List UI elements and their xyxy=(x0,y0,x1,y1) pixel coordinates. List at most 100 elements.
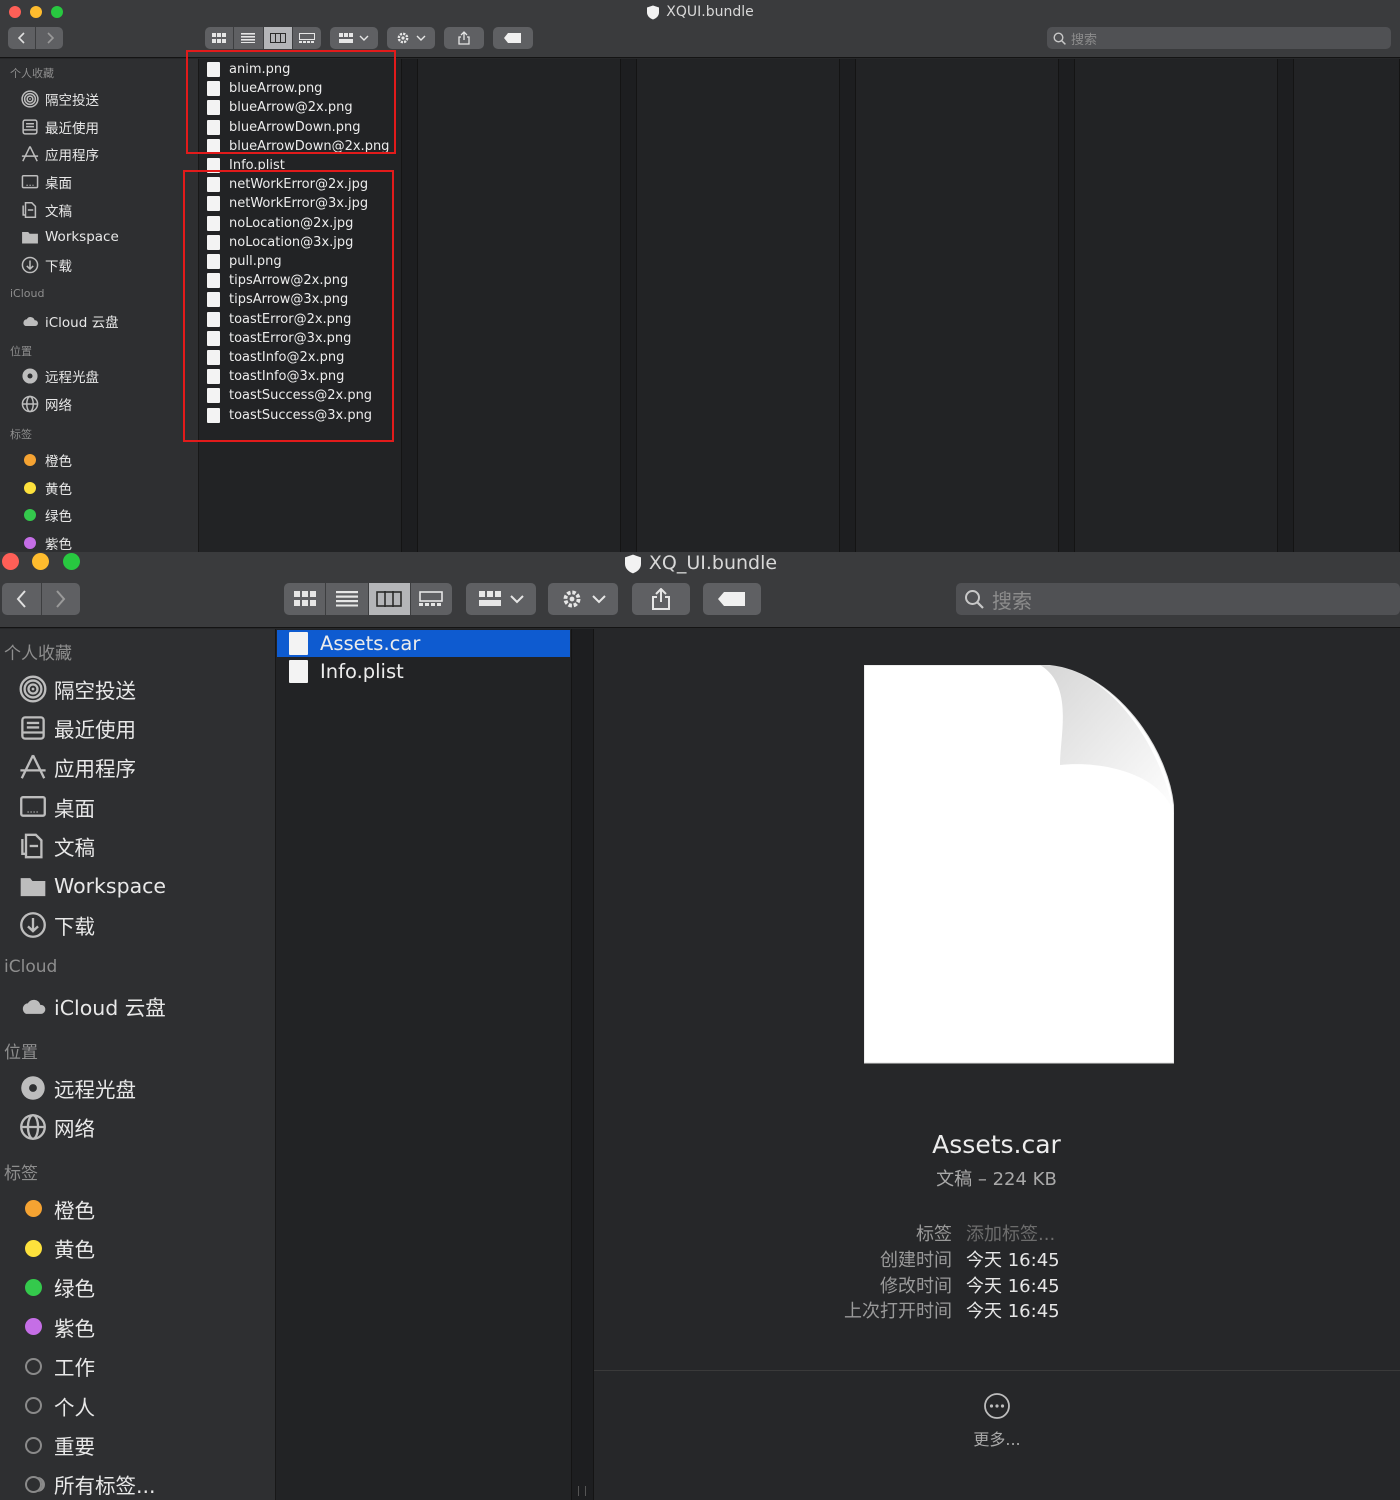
sidebar-tag[interactable]: 绿色 xyxy=(16,1268,95,1307)
search-icon xyxy=(965,590,984,609)
sidebar-item[interactable]: iCloud 云盘 xyxy=(16,987,166,1026)
sidebar-tag[interactable]: 重要 xyxy=(16,1425,95,1464)
file-row[interactable]: toastError@3x.png xyxy=(207,329,351,348)
sidebar-item[interactable]: 远程光盘 xyxy=(18,363,99,391)
action-button[interactable] xyxy=(387,27,435,49)
group-button[interactable] xyxy=(466,583,536,615)
sidebar-item[interactable]: 远程光盘 xyxy=(16,1068,136,1107)
search-field[interactable]: 搜索 xyxy=(1047,27,1391,49)
file-icon xyxy=(207,177,220,193)
sidebar-item[interactable]: 下载 xyxy=(18,251,72,279)
action-button[interactable] xyxy=(548,583,618,615)
share-button[interactable] xyxy=(444,27,484,49)
column-resize-handle[interactable] xyxy=(578,1486,586,1496)
column-view-button[interactable] xyxy=(263,27,293,49)
sidebar-tag[interactable]: 个人 xyxy=(16,1386,95,1425)
sidebar-item[interactable]: 隔空投送 xyxy=(18,85,99,113)
file-row[interactable]: pull.png xyxy=(207,252,282,271)
sidebar-item[interactable]: 应用程序 xyxy=(18,140,99,168)
file-row[interactable]: anim.png xyxy=(207,60,290,79)
more-button[interactable]: 更多... xyxy=(594,1392,1400,1450)
file-row[interactable]: tipsArrow@2x.png xyxy=(207,271,348,290)
metadata-key: 上次打开时间 xyxy=(844,1301,952,1323)
file-row[interactable]: noLocation@2x.jpg xyxy=(207,214,353,233)
file-row[interactable]: toastInfo@3x.png xyxy=(207,367,344,386)
tag-dot-icon xyxy=(24,509,36,522)
sidebar-section-header: 个人收藏 xyxy=(4,644,72,664)
sidebar-item[interactable]: 网络 xyxy=(18,390,72,418)
sidebar-item[interactable]: 网络 xyxy=(16,1108,95,1147)
file-row[interactable]: Info.plist xyxy=(207,156,285,175)
forward-button[interactable] xyxy=(36,27,63,49)
view-mode-control xyxy=(284,583,452,615)
disc-icon xyxy=(22,368,38,384)
sidebar-item-label: 应用程序 xyxy=(45,148,99,165)
file-row[interactable]: netWorkError@3x.jpg xyxy=(207,194,368,213)
file-row[interactable]: blueArrow@2x.png xyxy=(207,98,353,117)
file-row[interactable]: blueArrow.png xyxy=(207,79,322,98)
file-row[interactable]: Assets.car xyxy=(277,630,570,657)
sidebar-item[interactable]: Workspace xyxy=(18,224,119,252)
sidebar-item[interactable]: 文稿 xyxy=(16,827,95,866)
downloads-icon xyxy=(21,256,39,274)
file-row[interactable]: toastInfo@2x.png xyxy=(207,348,344,367)
file-row[interactable]: Info.plist xyxy=(277,658,570,685)
file-row[interactable]: toastSuccess@2x.png xyxy=(207,386,372,405)
sidebar-tag[interactable]: 所有标签... xyxy=(16,1465,156,1500)
back-button[interactable] xyxy=(2,583,42,615)
sidebar-item[interactable]: 最近使用 xyxy=(16,708,136,747)
sidebar-item[interactable]: iCloud 云盘 xyxy=(18,307,119,335)
file-row[interactable]: blueArrowDown@2x.png xyxy=(207,137,389,156)
file-row[interactable]: netWorkError@2x.jpg xyxy=(207,175,368,194)
icon-view-button[interactable] xyxy=(284,583,327,615)
file-name: toastSuccess@2x.png xyxy=(229,388,373,404)
file-icon xyxy=(207,330,220,346)
metadata-value[interactable]: 添加标签... xyxy=(966,1220,1055,1246)
list-view-button[interactable] xyxy=(326,583,369,615)
view-mode-control xyxy=(205,27,321,49)
file-row[interactable]: toastError@2x.png xyxy=(207,310,351,329)
finder-window-bottom: XQ_UI.bundle 搜索 个人收藏 隔空投送 最近使用 应用程序 桌面 文… xyxy=(0,552,1400,1500)
sidebar-tag[interactable]: 绿色 xyxy=(18,501,72,529)
sidebar-tag[interactable]: 紫色 xyxy=(16,1307,95,1346)
file-row[interactable]: blueArrowDown.png xyxy=(207,118,360,137)
forward-button[interactable] xyxy=(42,583,81,615)
sidebar-item-label: 网络 xyxy=(54,1117,95,1142)
share-button[interactable] xyxy=(632,583,690,615)
list-view-button[interactable] xyxy=(234,27,264,49)
sidebar-item[interactable]: 文稿 xyxy=(18,196,72,224)
sidebar-tag[interactable]: 橙色 xyxy=(18,446,72,474)
sidebar-item[interactable]: 桌面 xyxy=(16,787,95,826)
file-row[interactable]: tipsArrow@3x.png xyxy=(207,290,348,309)
sidebar-item-label: 绿色 xyxy=(54,1277,95,1302)
file-name: noLocation@2x.jpg xyxy=(229,215,354,231)
sidebar-tag[interactable]: 橙色 xyxy=(16,1189,95,1228)
sidebar-item[interactable]: 隔空投送 xyxy=(16,669,136,708)
sidebar-item[interactable]: Workspace xyxy=(16,866,166,905)
file-row[interactable]: toastSuccess@3x.png xyxy=(207,406,372,425)
file-icon xyxy=(207,311,220,327)
group-button[interactable] xyxy=(330,27,378,49)
sidebar-item[interactable]: 应用程序 xyxy=(16,748,136,787)
sidebar-tag[interactable]: 工作 xyxy=(16,1347,95,1386)
sidebar-tag[interactable]: 黄色 xyxy=(18,474,72,502)
tag-button[interactable] xyxy=(493,27,533,49)
gallery-view-button[interactable] xyxy=(411,583,452,615)
sidebar-item-label: iCloud 云盘 xyxy=(45,314,119,331)
icon-view-button[interactable] xyxy=(205,27,235,49)
back-button[interactable] xyxy=(8,27,36,49)
sidebar-tag[interactable]: 黄色 xyxy=(16,1228,95,1267)
gallery-icon xyxy=(298,33,315,43)
file-icon xyxy=(207,388,220,404)
file-row[interactable]: noLocation@3x.jpg xyxy=(207,233,353,252)
column-divider xyxy=(572,629,594,1500)
column-view-button[interactable] xyxy=(368,583,411,615)
sidebar-item-label: 远程光盘 xyxy=(45,370,99,387)
tag-button[interactable] xyxy=(703,583,761,615)
gallery-view-button[interactable] xyxy=(293,27,321,49)
sidebar-item[interactable]: 桌面 xyxy=(18,168,72,196)
sidebar-item[interactable]: 最近使用 xyxy=(18,113,99,141)
search-field[interactable]: 搜索 xyxy=(956,583,1400,615)
sidebar-item-label: iCloud 云盘 xyxy=(54,996,166,1021)
sidebar-item[interactable]: 下载 xyxy=(16,905,95,944)
